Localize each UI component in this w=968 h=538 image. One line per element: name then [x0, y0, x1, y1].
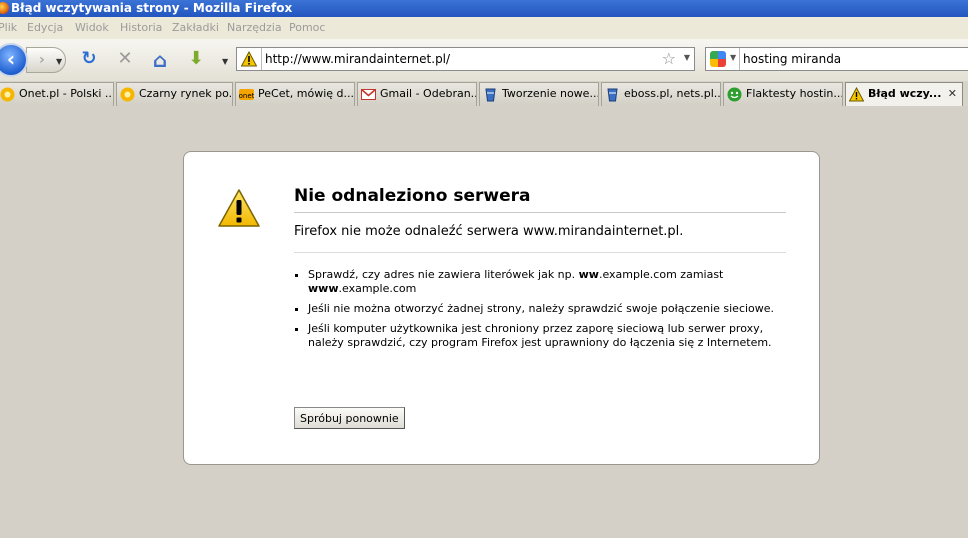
- search-input[interactable]: [743, 50, 963, 68]
- error-page-container: Nie odnaleziono serwera Firefox nie może…: [183, 151, 820, 465]
- tab-czarny-rynek[interactable]: Czarny rynek po...: [116, 82, 233, 106]
- url-separator: [261, 48, 262, 70]
- green-smiley-icon: [727, 87, 742, 102]
- search-bar[interactable]: ▼: [705, 47, 968, 71]
- tab-label: Gmail - Odebran...: [380, 87, 477, 100]
- menu-historia[interactable]: Historia: [120, 21, 162, 34]
- warning-icon: [218, 189, 260, 227]
- onet-icon: [120, 87, 135, 102]
- bookmark-star-icon[interactable]: ☆: [662, 49, 676, 68]
- suggestion-item-typo: Sprawdź, czy adres nie zawiera literówek…: [308, 268, 778, 296]
- menubar: Plik Edycja Widok Historia Zakładki Narz…: [0, 17, 968, 39]
- home-icon: ⌂: [152, 48, 168, 72]
- tab-flaktesty[interactable]: Flaktesty hostin...: [723, 82, 843, 106]
- tab-label: eboss.pl, nets.pl...: [624, 87, 721, 100]
- gmail-icon: [361, 88, 376, 100]
- warning-icon: [849, 87, 864, 102]
- google-search-engine-icon[interactable]: [710, 51, 726, 67]
- tab-pecet[interactable]: onet PeCet, mówię d...: [235, 82, 355, 106]
- retry-button[interactable]: Spróbuj ponownie: [294, 407, 405, 429]
- svg-text:onet: onet: [239, 92, 254, 100]
- menu-narzedzia[interactable]: Narzędzia: [227, 21, 282, 34]
- suggestion-item-firewall: Jeśli komputer użytkownika jest chronion…: [308, 322, 778, 350]
- site-warning-icon[interactable]: [241, 51, 257, 67]
- search-separator: [739, 48, 740, 70]
- url-dropdown-icon[interactable]: ▼: [684, 53, 690, 62]
- downloads-button[interactable]: ⬇: [184, 48, 208, 72]
- url-input[interactable]: [265, 50, 645, 68]
- error-short-description: Firefox nie może odnaleźć serwera www.mi…: [294, 224, 786, 253]
- search-engine-dropdown-icon[interactable]: ▼: [730, 53, 736, 62]
- history-dropdown-icon[interactable]: ▼: [56, 57, 62, 66]
- suggestion-item-network: Jeśli nie można otworzyć żadnej strony, …: [308, 302, 778, 316]
- home-button[interactable]: ⌂: [148, 48, 172, 72]
- tab-close-icon[interactable]: ✕: [948, 83, 957, 105]
- reload-button[interactable]: ↻: [77, 48, 101, 72]
- toolbar-dropdown-icon[interactable]: ▼: [222, 57, 228, 66]
- tab-tworzenie[interactable]: Tworzenie nowe...: [479, 82, 599, 106]
- onet-icon: [0, 87, 15, 102]
- window-titlebar: Błąd wczytywania strony - Mozilla Firefo…: [0, 0, 968, 17]
- firefox-logo-icon: [0, 2, 9, 14]
- menu-zakladki[interactable]: Zakładki: [172, 21, 219, 34]
- tab-eboss[interactable]: eboss.pl, nets.pl...: [601, 82, 721, 106]
- cup-icon: [607, 88, 618, 102]
- tab-label: PeCet, mówię d...: [258, 87, 354, 100]
- forward-arrow-icon: ›: [39, 52, 45, 68]
- stop-icon: ✕: [117, 48, 133, 69]
- tab-label: Tworzenie nowe...: [502, 87, 599, 100]
- error-title: Nie odnaleziono serwera: [294, 186, 786, 213]
- tab-label: Flaktesty hostin...: [746, 87, 843, 100]
- tab-label: Błąd wczy...: [868, 87, 942, 100]
- menu-edycja[interactable]: Edycja: [27, 21, 63, 34]
- stop-button[interactable]: ✕: [113, 48, 137, 72]
- onet-badge-icon: onet: [239, 89, 254, 100]
- url-bar[interactable]: ☆ ▼: [236, 47, 695, 71]
- window-title: Błąd wczytywania strony - Mozilla Firefo…: [11, 1, 293, 15]
- download-icon: ⬇: [188, 48, 204, 69]
- back-arrow-icon: ‹: [6, 47, 16, 71]
- error-suggestions-list: Sprawdź, czy adres nie zawiera literówek…: [294, 268, 778, 356]
- tab-label: Czarny rynek po...: [139, 87, 233, 100]
- reload-icon: ↻: [81, 48, 97, 69]
- cup-icon: [485, 88, 496, 102]
- tab-gmail[interactable]: Gmail - Odebran...: [357, 82, 477, 106]
- menu-widok[interactable]: Widok: [75, 21, 109, 34]
- menu-plik[interactable]: Plik: [0, 21, 17, 34]
- tab-blad-wczytywania[interactable]: Błąd wczy... ✕: [845, 82, 963, 107]
- menu-pomoc[interactable]: Pomoc: [289, 21, 325, 34]
- tab-onet[interactable]: Onet.pl - Polski ...: [0, 82, 114, 106]
- tab-label: Onet.pl - Polski ...: [19, 87, 114, 100]
